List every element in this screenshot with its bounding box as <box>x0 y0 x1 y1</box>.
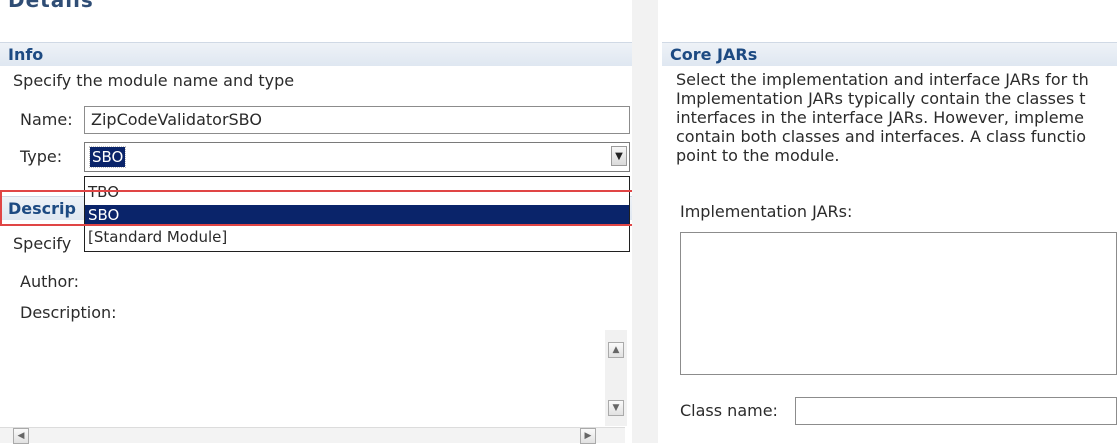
arrow-down-icon[interactable]: ▼ <box>608 400 624 416</box>
panel-divider <box>632 0 658 443</box>
core-jars-section-title: Core JARs <box>670 45 758 64</box>
class-name-input[interactable] <box>795 397 1117 425</box>
help-line: Implementation JARs typically contain th… <box>676 89 1086 108</box>
core-jars-help-text: Select the implementation and interface … <box>676 70 1117 165</box>
info-section-title: Info <box>8 45 44 64</box>
description-horizontal-scrollbar[interactable]: ◀ ▶ <box>0 427 625 444</box>
help-line: point to the module. <box>676 146 840 165</box>
arrow-right-icon[interactable]: ▶ <box>580 428 596 444</box>
implementation-jars-label: Implementation JARs: <box>680 202 853 221</box>
info-section-header: Info <box>0 42 655 66</box>
core-jars-section-header: Core JARs <box>662 42 1117 66</box>
chevron-down-icon[interactable]: ▼ <box>611 146 627 166</box>
type-label: Type: <box>20 147 63 166</box>
name-label: Name: <box>20 110 73 129</box>
info-instruction: Specify the module name and type <box>13 71 295 90</box>
description-instruction: Specify <box>13 234 72 253</box>
callout-highlight <box>0 190 655 226</box>
help-line: interfaces in the interface JARs. Howeve… <box>676 108 1084 127</box>
name-input[interactable]: ZipCodeValidatorSBO <box>84 106 630 134</box>
arrow-left-icon[interactable]: ◀ <box>13 428 29 444</box>
name-input-value: ZipCodeValidatorSBO <box>91 110 262 129</box>
help-line: contain both classes and interfaces. A c… <box>676 127 1087 146</box>
author-label: Author: <box>20 272 79 291</box>
help-line: Select the implementation and interface … <box>676 70 1089 89</box>
type-option-standard-module[interactable]: [Standard Module] <box>85 227 629 247</box>
type-select[interactable]: SBO ▼ <box>84 142 630 172</box>
description-label: Description: <box>20 303 117 322</box>
type-select-value: SBO <box>88 146 127 168</box>
page-title-partial: Details <box>8 0 94 12</box>
arrow-up-icon[interactable]: ▲ <box>608 342 624 358</box>
class-name-label: Class name: <box>680 401 778 420</box>
implementation-jars-list[interactable] <box>680 232 1117 375</box>
description-vertical-scrollbar[interactable]: ▲ ▼ <box>605 330 627 426</box>
